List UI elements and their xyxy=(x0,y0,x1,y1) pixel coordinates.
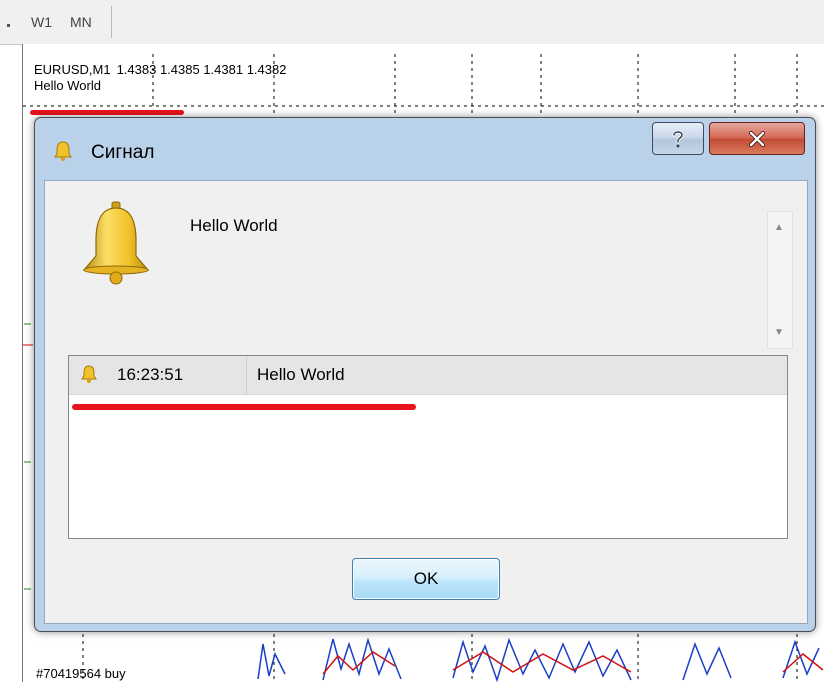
scroll-up-icon[interactable]: ▲ xyxy=(774,222,784,233)
alert-row-message: Hello World xyxy=(257,365,345,384)
indicator-label: Hello World xyxy=(34,78,101,93)
timeframe-w1-button[interactable]: W1 xyxy=(22,14,61,30)
timeframe-mn-button[interactable]: MN xyxy=(61,14,101,30)
dialog-content: Hello World ▲ ▼ 16:23:51 Hello World OK xyxy=(44,180,808,624)
trade-label: #70419564 buy xyxy=(36,666,126,681)
chart-header: EURUSD,M1 1.4383 1.4385 1.4381 1.4382 Hel… xyxy=(34,62,286,94)
red-highlight-underline xyxy=(72,404,416,410)
red-highlight-underline xyxy=(30,110,184,115)
list-item[interactable]: 16:23:51 Hello World xyxy=(69,356,787,395)
dialog-title: Сигнал xyxy=(91,142,155,163)
alert-list[interactable]: 16:23:51 Hello World xyxy=(68,355,788,539)
question-icon xyxy=(672,130,684,147)
chart-symbol: EURUSD,M1 xyxy=(34,62,111,77)
alert-dialog: Сигнал Hello World ▲ ▼ 16:23:51 Hello Wo… xyxy=(34,117,816,632)
timeframe-group: W1 MN xyxy=(22,6,112,38)
toolbar-grip xyxy=(7,24,10,27)
ok-button[interactable]: OK xyxy=(352,558,500,600)
close-x-icon xyxy=(749,130,765,147)
help-button[interactable] xyxy=(652,122,704,155)
close-button[interactable] xyxy=(709,122,805,155)
alert-time: 16:23:51 xyxy=(117,365,184,384)
bell-icon xyxy=(82,201,150,285)
chart-ohlc: 1.4383 1.4385 1.4381 1.4382 xyxy=(116,62,287,77)
bell-icon xyxy=(54,141,72,161)
scroll-down-icon[interactable]: ▼ xyxy=(774,327,784,338)
column-divider xyxy=(246,356,247,394)
message-scrollbar[interactable]: ▲ ▼ xyxy=(767,211,793,349)
timeframe-toolbar: W1 MN xyxy=(0,0,824,45)
bell-icon xyxy=(81,365,97,383)
alert-message: Hello World xyxy=(190,216,278,235)
